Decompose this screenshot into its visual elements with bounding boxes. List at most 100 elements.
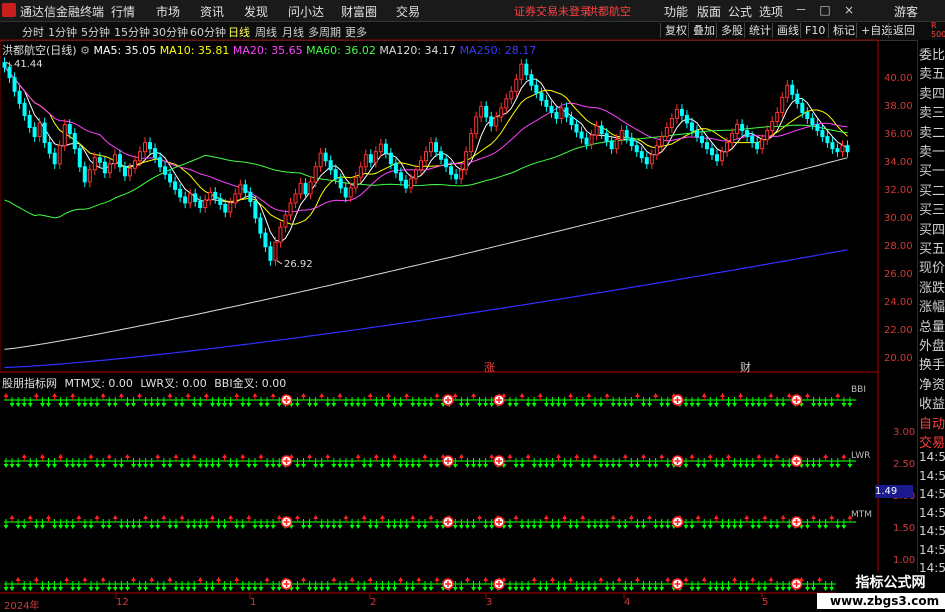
candle-body bbox=[634, 145, 639, 153]
down-arrow-icon bbox=[458, 587, 464, 591]
down-arrow-icon bbox=[15, 403, 21, 407]
candle-body bbox=[383, 143, 388, 154]
right-panel-label: 涨跌 bbox=[919, 280, 945, 296]
candle-body bbox=[775, 111, 780, 122]
down-arrow-icon bbox=[46, 464, 51, 468]
row-tag-mtm: MTM bbox=[851, 510, 873, 520]
candle-body bbox=[474, 116, 479, 135]
down-arrow-icon bbox=[386, 525, 391, 529]
down-arrow-icon bbox=[562, 464, 568, 468]
candle-body bbox=[163, 166, 168, 175]
down-arrow-icon bbox=[203, 525, 209, 529]
down-arrow-icon bbox=[39, 525, 45, 529]
candle-body bbox=[408, 178, 413, 189]
down-arrow-icon bbox=[507, 587, 513, 591]
down-arrow-icon bbox=[689, 403, 695, 407]
down-arrow-icon bbox=[337, 587, 343, 591]
down-arrow-icon bbox=[556, 525, 561, 529]
up-arrow-icon bbox=[732, 577, 738, 581]
ma20-label: MA20: 35.65 bbox=[232, 44, 303, 57]
candle-body bbox=[313, 166, 318, 183]
down-arrow-icon bbox=[434, 464, 440, 468]
down-arrow-icon bbox=[191, 587, 197, 591]
time-label-2024: 2024年 bbox=[4, 601, 40, 612]
down-arrow-icon bbox=[604, 587, 610, 591]
indicator-tick: 1.00 bbox=[893, 555, 916, 566]
up-arrow-icon bbox=[689, 454, 695, 458]
down-arrow-icon bbox=[361, 464, 367, 468]
down-arrow-icon bbox=[82, 525, 88, 529]
up-arrow-icon bbox=[604, 393, 610, 397]
down-arrow-icon bbox=[209, 403, 215, 407]
up-arrow-icon bbox=[507, 454, 513, 458]
down-arrow-icon bbox=[398, 403, 404, 407]
down-arrow-icon bbox=[392, 403, 398, 407]
up-arrow-icon bbox=[616, 577, 622, 581]
down-arrow-icon bbox=[367, 464, 373, 468]
down-arrow-icon bbox=[489, 525, 495, 529]
candle-body bbox=[479, 105, 484, 118]
candle-body bbox=[745, 130, 750, 138]
down-arrow-icon bbox=[695, 403, 701, 407]
candle-body bbox=[579, 131, 584, 139]
down-arrow-icon bbox=[549, 464, 555, 468]
down-arrow-icon bbox=[659, 587, 665, 591]
down-arrow-icon bbox=[46, 587, 51, 591]
down-arrow-icon bbox=[313, 587, 319, 591]
candle-body bbox=[674, 108, 679, 119]
up-arrow-icon bbox=[580, 515, 586, 519]
down-arrow-icon bbox=[179, 587, 185, 591]
event-mark-cai[interactable]: 财 bbox=[740, 359, 751, 375]
up-arrow-icon bbox=[76, 515, 82, 519]
down-arrow-icon bbox=[804, 587, 810, 591]
down-arrow-icon bbox=[379, 403, 385, 407]
candle-body bbox=[233, 193, 238, 204]
kline-chart[interactable] bbox=[0, 0, 917, 609]
down-arrow-icon bbox=[647, 464, 653, 468]
up-arrow-icon bbox=[167, 393, 173, 397]
candle-body bbox=[288, 202, 293, 216]
candle-body bbox=[82, 166, 87, 183]
candle-body bbox=[263, 232, 268, 248]
down-arrow-icon bbox=[39, 587, 45, 591]
ma10-label: MA10: 35.81 bbox=[159, 44, 230, 57]
down-arrow-icon bbox=[3, 525, 9, 529]
candle-body bbox=[589, 134, 594, 145]
up-arrow-icon bbox=[841, 454, 847, 458]
down-arrow-icon bbox=[519, 464, 525, 468]
candle-body bbox=[795, 93, 800, 104]
up-arrow-icon bbox=[477, 515, 483, 519]
down-arrow-icon bbox=[847, 464, 853, 468]
down-arrow-icon bbox=[701, 525, 707, 529]
right-panel-time: 14:56 bbox=[919, 450, 945, 464]
down-arrow-icon bbox=[3, 587, 9, 591]
down-arrow-icon bbox=[131, 403, 136, 407]
down-arrow-icon bbox=[786, 525, 792, 529]
candle-body bbox=[423, 151, 429, 162]
up-arrow-icon bbox=[234, 393, 240, 397]
down-arrow-icon bbox=[756, 403, 762, 407]
down-arrow-icon bbox=[100, 464, 106, 468]
up-arrow-icon bbox=[701, 393, 707, 397]
down-arrow-icon bbox=[82, 464, 88, 468]
down-arrow-icon bbox=[549, 525, 555, 529]
down-arrow-icon bbox=[774, 587, 780, 591]
down-arrow-icon bbox=[216, 525, 221, 529]
down-arrow-icon bbox=[489, 587, 495, 591]
event-mark-zhang[interactable]: 涨 bbox=[484, 359, 495, 375]
down-arrow-icon bbox=[264, 525, 270, 529]
candle-body bbox=[790, 84, 795, 95]
down-arrow-icon bbox=[228, 587, 234, 591]
down-arrow-icon bbox=[598, 464, 604, 468]
right-panel-label: 外盘 bbox=[919, 339, 945, 354]
down-arrow-icon bbox=[750, 464, 756, 468]
up-arrow-icon bbox=[294, 515, 300, 519]
up-arrow-icon bbox=[726, 454, 731, 458]
down-arrow-icon bbox=[313, 403, 319, 407]
down-arrow-icon bbox=[817, 464, 823, 468]
right-panel-time: 14:56 bbox=[919, 524, 945, 538]
up-arrow-icon bbox=[258, 454, 264, 458]
down-arrow-icon bbox=[149, 464, 155, 468]
down-arrow-icon bbox=[841, 525, 847, 529]
settings-gear-icon[interactable]: ⚙ bbox=[80, 44, 90, 57]
